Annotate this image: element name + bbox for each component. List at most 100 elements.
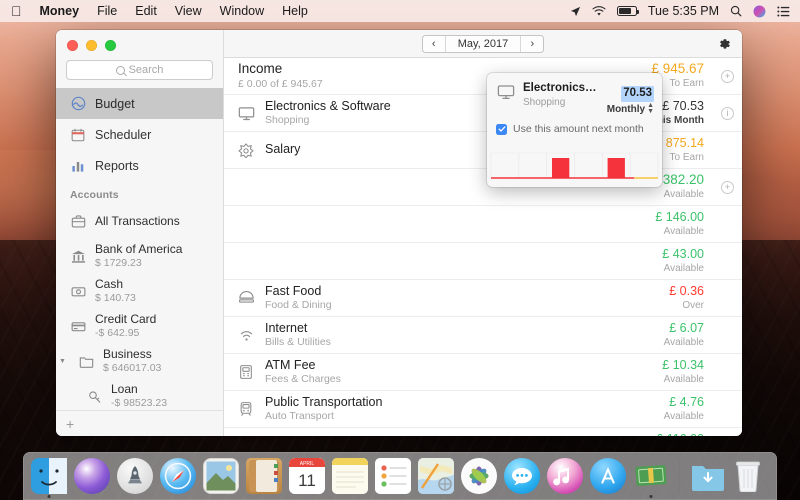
running-indicator xyxy=(649,495,653,498)
sidebar-search: Search xyxy=(56,58,223,88)
table-row[interactable]: £ 43.00 Available xyxy=(224,243,742,280)
previous-month-button[interactable]: ‹ xyxy=(423,36,445,52)
table-row[interactable]: Fast Food Food & Dining £ 0.36 Over xyxy=(224,280,742,317)
dock-item-downloads[interactable] xyxy=(690,458,726,494)
briefcase-icon xyxy=(70,213,87,230)
salary-icon xyxy=(236,140,256,160)
use-amount-checkbox[interactable] xyxy=(496,123,507,135)
wifi-icon[interactable] xyxy=(592,5,606,17)
table-row[interactable]: Shopping £ 116.00 Available xyxy=(224,428,742,436)
dock-item-contacts[interactable] xyxy=(246,458,282,494)
table-row[interactable]: ATM Fee Fees & Charges £ 10.34 Available xyxy=(224,354,742,391)
sidebar-footer: + xyxy=(56,410,223,436)
sidebar: Search Budget Scheduler Reports Accounts… xyxy=(56,30,224,436)
current-period-label[interactable]: May, 2017 xyxy=(444,35,522,52)
dock-item-trash[interactable] xyxy=(733,458,769,494)
row-values: £ 4.76 Available xyxy=(664,395,706,423)
table-row[interactable]: Electronics & Software Shopping £ 0.00 o… xyxy=(224,95,742,132)
minimize-button[interactable] xyxy=(86,40,97,51)
dock-item-maps[interactable] xyxy=(418,458,454,494)
account-text: Cash $ 140.73 xyxy=(95,277,136,305)
dock-item-safari[interactable] xyxy=(160,458,196,494)
table-row[interactable]: Internet Bills & Utilities £ 6.07 Availa… xyxy=(224,317,742,354)
table-row[interactable]: Public Transportation Auto Transport £ 4… xyxy=(224,391,742,428)
account-text: Credit Card -$ 642.95 xyxy=(95,312,156,340)
toolbar: ‹ May, 2017 › xyxy=(224,30,742,58)
budget-amount-input[interactable]: 70.53 xyxy=(621,86,654,102)
row-values: £ 10.34 Available xyxy=(662,358,706,386)
table-row[interactable]: £ 382.20 Available + xyxy=(224,169,742,206)
account-text: All Transactions xyxy=(95,214,180,229)
menu-bar-clock[interactable]: Tue 5:35 PM xyxy=(648,4,719,18)
dock-item-photos-preview[interactable] xyxy=(203,458,239,494)
zoom-button[interactable] xyxy=(105,40,116,51)
sidebar-account-business[interactable]: ▼ Business $ 646017.03 xyxy=(56,344,223,379)
notification-center-icon[interactable] xyxy=(777,5,790,17)
sidebar-item-label: Budget xyxy=(95,96,135,111)
menu-item-help[interactable]: Help xyxy=(273,0,317,22)
add-category-button[interactable]: + xyxy=(721,69,734,83)
sidebar-account-cash[interactable]: Cash $ 140.73 xyxy=(56,274,223,309)
account-name: Bank of America xyxy=(95,242,183,257)
running-indicator xyxy=(47,495,51,498)
menu-item-view[interactable]: View xyxy=(166,0,211,22)
budget-category-list: Income £ 0.00 of £ 945.67 £ 945.67 To Ea… xyxy=(224,58,742,436)
sidebar-item-scheduler[interactable]: Scheduler xyxy=(56,119,223,150)
add-category-button[interactable]: + xyxy=(721,180,734,194)
table-row[interactable]: £ 146.00 Available xyxy=(224,206,742,243)
use-amount-next-month-row[interactable]: Use this amount next month xyxy=(487,116,662,135)
siri-icon[interactable] xyxy=(753,5,766,18)
table-row[interactable]: Income £ 0.00 of £ 945.67 £ 945.67 To Ea… xyxy=(224,58,742,95)
sidebar-item-label: Scheduler xyxy=(95,127,152,142)
sidebar-account-all-transactions[interactable]: All Transactions xyxy=(56,204,223,239)
menu-item-file[interactable]: File xyxy=(88,0,126,22)
sidebar-account-loan[interactable]: Loan -$ 98523.23 xyxy=(56,379,223,410)
dock-item-launchpad[interactable] xyxy=(117,458,153,494)
sidebar-item-reports[interactable]: Reports xyxy=(56,150,223,181)
dock-item-itunes[interactable] xyxy=(547,458,583,494)
menu-item-edit[interactable]: Edit xyxy=(126,0,166,22)
apple-logo-icon[interactable]:  xyxy=(9,1,31,21)
row-amount: £ 0.36 xyxy=(669,283,704,298)
sidebar-account-bank-of-america[interactable]: Bank of America $ 1729.23 xyxy=(56,239,223,274)
disclosure-triangle-icon[interactable]: ▼ xyxy=(59,358,68,365)
add-account-button[interactable]: + xyxy=(66,417,74,431)
monitor-icon xyxy=(496,82,515,101)
battery-icon[interactable] xyxy=(616,6,639,16)
dock-item-notes[interactable] xyxy=(332,458,368,494)
row-text: Fast Food Food & Dining xyxy=(265,284,660,313)
loan-icon xyxy=(86,388,103,405)
close-button[interactable] xyxy=(67,40,78,51)
info-button[interactable]: i xyxy=(721,106,734,120)
menu-item-money[interactable]: Money xyxy=(31,0,89,22)
dock-item-finder[interactable] xyxy=(31,458,67,498)
credit-card-icon xyxy=(70,318,87,335)
row-text: Public Transportation Auto Transport xyxy=(265,395,655,424)
menu-item-window[interactable]: Window xyxy=(211,0,273,22)
table-row[interactable]: Salary £ 875.14 To Earn xyxy=(224,132,742,169)
dock-item-photos[interactable] xyxy=(461,458,497,494)
location-arrow-icon[interactable] xyxy=(570,6,581,17)
frequency-select[interactable]: Monthly ▲ ▼ xyxy=(607,102,654,117)
next-month-button[interactable]: › xyxy=(521,36,543,52)
monitor-icon xyxy=(236,103,256,123)
dock-item-siri[interactable] xyxy=(74,458,110,494)
sidebar-account-credit-card[interactable]: Credit Card -$ 642.95 xyxy=(56,309,223,344)
search-input[interactable]: Search xyxy=(66,60,213,80)
gear-icon[interactable] xyxy=(716,36,732,52)
cash-icon xyxy=(70,283,87,300)
dock-item-messages[interactable] xyxy=(504,458,540,494)
menu-bar-left:  Money File Edit View Window Help xyxy=(0,0,317,22)
account-balance: -$ 98523.23 xyxy=(111,397,168,410)
spotlight-search-icon[interactable] xyxy=(730,5,742,17)
dock-item-app-store[interactable] xyxy=(590,458,626,494)
row-subtitle: Fees & Charges xyxy=(265,373,341,386)
bar-chart-icon xyxy=(70,158,86,174)
dock-item-calendar[interactable]: APRIL 11 xyxy=(289,458,325,494)
dock-item-money[interactable] xyxy=(633,458,669,498)
account-name: Credit Card xyxy=(95,312,157,327)
sidebar-item-budget[interactable]: Budget xyxy=(56,88,223,119)
popover-text: Electronics & Softwa... Shopping xyxy=(523,81,599,109)
row-amount: £ 146.00 xyxy=(655,209,704,224)
dock-item-reminders[interactable] xyxy=(375,458,411,494)
